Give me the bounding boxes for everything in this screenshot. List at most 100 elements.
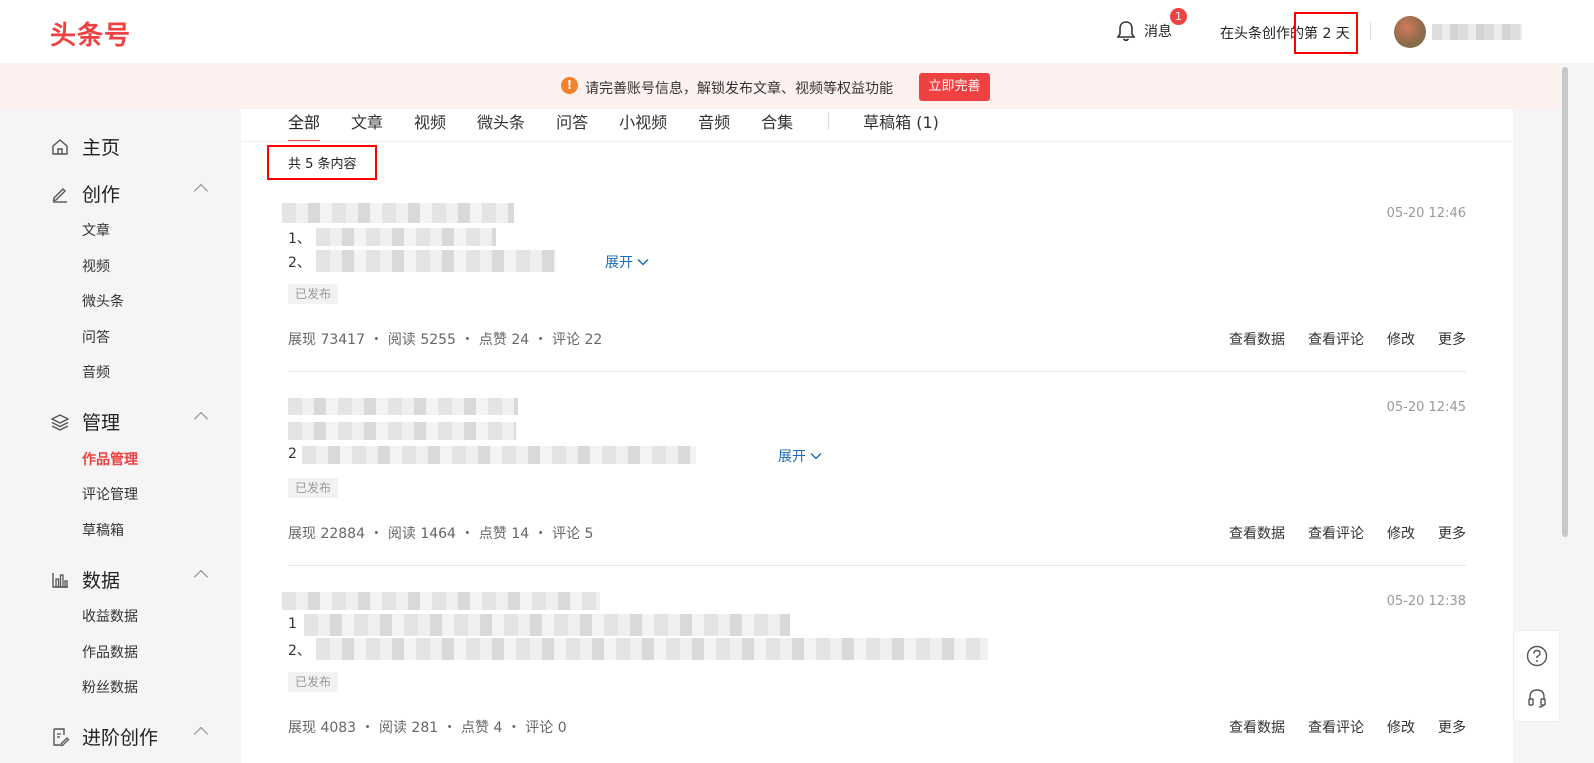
summary-line-2-prefix: 2、 <box>288 643 311 659</box>
publish-time: 05-20 12:45 <box>1386 400 1466 415</box>
messages-label: 消息 <box>1144 24 1172 40</box>
tab-micro-post[interactable]: 微头条 <box>477 109 525 141</box>
view-data-button[interactable]: 查看数据 <box>1229 717 1285 737</box>
status-badge: 已发布 <box>288 672 339 692</box>
complete-profile-button[interactable]: 立即完善 <box>919 73 990 101</box>
tab-drafts[interactable]: 草稿箱 (1) <box>863 109 939 141</box>
item-stats: 展现 22884 ・ 阅读 1464 ・ 点赞 14 ・ 评论 5 <box>288 526 594 542</box>
username-blurred[interactable] <box>1432 24 1522 40</box>
more-button[interactable]: 更多 <box>1438 523 1466 543</box>
tabs-underline <box>241 141 1513 142</box>
bar-chart-icon <box>50 570 70 590</box>
tab-audio[interactable]: 音频 <box>698 109 730 141</box>
header-divider <box>1370 22 1371 40</box>
summary-line-1-prefix: 1 <box>288 616 297 632</box>
sidebar-manage-label: 管理 <box>82 412 121 434</box>
help-icon[interactable] <box>1526 645 1548 667</box>
notice-text: 请完善账号信息，解锁发布文章、视频等权益功能 <box>585 81 893 97</box>
sidebar-item-drafts[interactable]: 草稿箱 <box>82 520 124 540</box>
page-scrollbar[interactable] <box>1560 63 1594 763</box>
headset-icon[interactable] <box>1526 687 1548 709</box>
list-item: 05-20 12:38 1 2、 已发布 展现 4083 ・ 阅读 281 ・ … <box>282 589 1466 749</box>
view-data-button[interactable]: 查看数据 <box>1229 329 1285 349</box>
blurred-summary-line-2 <box>316 638 988 660</box>
status-badge: 已发布 <box>288 478 339 498</box>
expand-label: 展开 <box>605 255 633 271</box>
item-divider <box>288 565 1466 566</box>
sidebar-item-revenue-data[interactable]: 收益数据 <box>82 606 138 626</box>
item-stats: 展现 73417 ・ 阅读 5255 ・ 点赞 24 ・ 评论 22 <box>288 332 603 348</box>
chevron-up-icon <box>193 726 209 742</box>
tab-qa[interactable]: 问答 <box>556 109 588 141</box>
logo[interactable]: 头条号 <box>50 15 131 52</box>
blurred-summary-line-1 <box>288 422 516 440</box>
blurred-summary-line-2 <box>302 446 696 464</box>
blurred-title <box>282 592 600 610</box>
sidebar-section-advanced[interactable]: 进阶创作 <box>50 723 209 750</box>
main-content: 全部 文章 视频 微头条 问答 小视频 音频 合集 草稿箱 (1) 共 5 条内… <box>241 109 1513 763</box>
edit-button[interactable]: 修改 <box>1387 717 1415 737</box>
list-item: 05-20 12:46 1、 2、 展开 已发布 展现 73417 ・ 阅读 5… <box>282 201 1466 372</box>
more-button[interactable]: 更多 <box>1438 329 1466 349</box>
view-comments-button[interactable]: 查看评论 <box>1308 523 1364 543</box>
annotation-box-days <box>1294 12 1358 54</box>
item-actions: 查看数据 查看评论 修改 更多 <box>1229 523 1466 543</box>
blurred-summary-line-2 <box>316 250 556 272</box>
tabs-divider <box>828 112 830 130</box>
item-actions: 查看数据 查看评论 修改 更多 <box>1229 329 1466 349</box>
annotation-box-count <box>267 145 377 180</box>
item-divider <box>288 371 1466 372</box>
tab-article[interactable]: 文章 <box>351 109 383 141</box>
summary-line-1-prefix: 1、 <box>288 231 311 247</box>
messages-button[interactable]: 消息 <box>1116 20 1172 42</box>
sidebar-section-create[interactable]: 创作 <box>50 180 209 207</box>
tab-video[interactable]: 视频 <box>414 109 446 141</box>
sidebar-item-comments-management[interactable]: 评论管理 <box>82 484 138 504</box>
sidebar-home-label: 主页 <box>82 137 121 159</box>
chevron-up-icon <box>193 183 209 199</box>
view-comments-button[interactable]: 查看评论 <box>1308 717 1364 737</box>
sidebar-section-data[interactable]: 数据 <box>50 566 209 593</box>
floating-help-panel <box>1513 630 1560 722</box>
chevron-down-icon <box>637 258 649 266</box>
sidebar-item-works-data[interactable]: 作品数据 <box>82 642 138 662</box>
sidebar-item-fans-data[interactable]: 粉丝数据 <box>82 677 138 697</box>
blurred-summary-line-1 <box>304 614 790 636</box>
sidebar-item-audio[interactable]: 音频 <box>82 362 110 382</box>
chevron-up-icon <box>193 569 209 585</box>
tab-short-video[interactable]: 小视频 <box>619 109 667 141</box>
list-item: 05-20 12:45 2 展开 已发布 展现 22884 ・ 阅读 1464 … <box>288 395 1466 566</box>
more-button[interactable]: 更多 <box>1438 717 1466 737</box>
content-tabs: 全部 文章 视频 微头条 问答 小视频 音频 合集 草稿箱 (1) <box>288 109 970 142</box>
sidebar-item-works-management[interactable]: 作品管理 <box>82 449 138 469</box>
sidebar-section-manage[interactable]: 管理 <box>50 408 209 435</box>
sidebar-home[interactable]: 主页 <box>50 133 206 160</box>
top-header: 头条号 消息 1 在头条创作的第 2 天 <box>0 0 1594 63</box>
view-data-button[interactable]: 查看数据 <box>1229 523 1285 543</box>
sidebar-item-qa[interactable]: 问答 <box>82 327 110 347</box>
pen-icon <box>50 184 70 204</box>
sidebar-create-label: 创作 <box>82 184 121 206</box>
blurred-summary-line-1 <box>316 228 496 246</box>
publish-time: 05-20 12:46 <box>1386 206 1466 221</box>
sidebar: 主页 创作 文章 视频 微头条 问答 音频 管理 作品管理 评论管理 草稿箱 数… <box>0 109 241 763</box>
messages-badge: 1 <box>1170 8 1187 25</box>
expand-link[interactable]: 展开 <box>778 446 822 466</box>
bell-icon <box>1116 21 1136 42</box>
expand-link[interactable]: 展开 <box>605 252 649 272</box>
tab-collection[interactable]: 合集 <box>761 109 793 141</box>
sidebar-item-video[interactable]: 视频 <box>82 256 110 276</box>
edit-button[interactable]: 修改 <box>1387 523 1415 543</box>
layers-icon <box>50 412 70 432</box>
edit-button[interactable]: 修改 <box>1387 329 1415 349</box>
sidebar-advanced-label: 进阶创作 <box>82 727 159 749</box>
summary-line-2-prefix: 2 <box>288 446 297 462</box>
sidebar-item-article[interactable]: 文章 <box>82 220 110 240</box>
view-comments-button[interactable]: 查看评论 <box>1308 329 1364 349</box>
chevron-down-icon <box>810 452 822 460</box>
scrollbar-thumb[interactable] <box>1562 67 1568 537</box>
status-badge: 已发布 <box>288 284 339 304</box>
sidebar-item-micro-post[interactable]: 微头条 <box>82 291 124 311</box>
avatar[interactable] <box>1394 16 1426 48</box>
tab-all[interactable]: 全部 <box>288 109 321 142</box>
